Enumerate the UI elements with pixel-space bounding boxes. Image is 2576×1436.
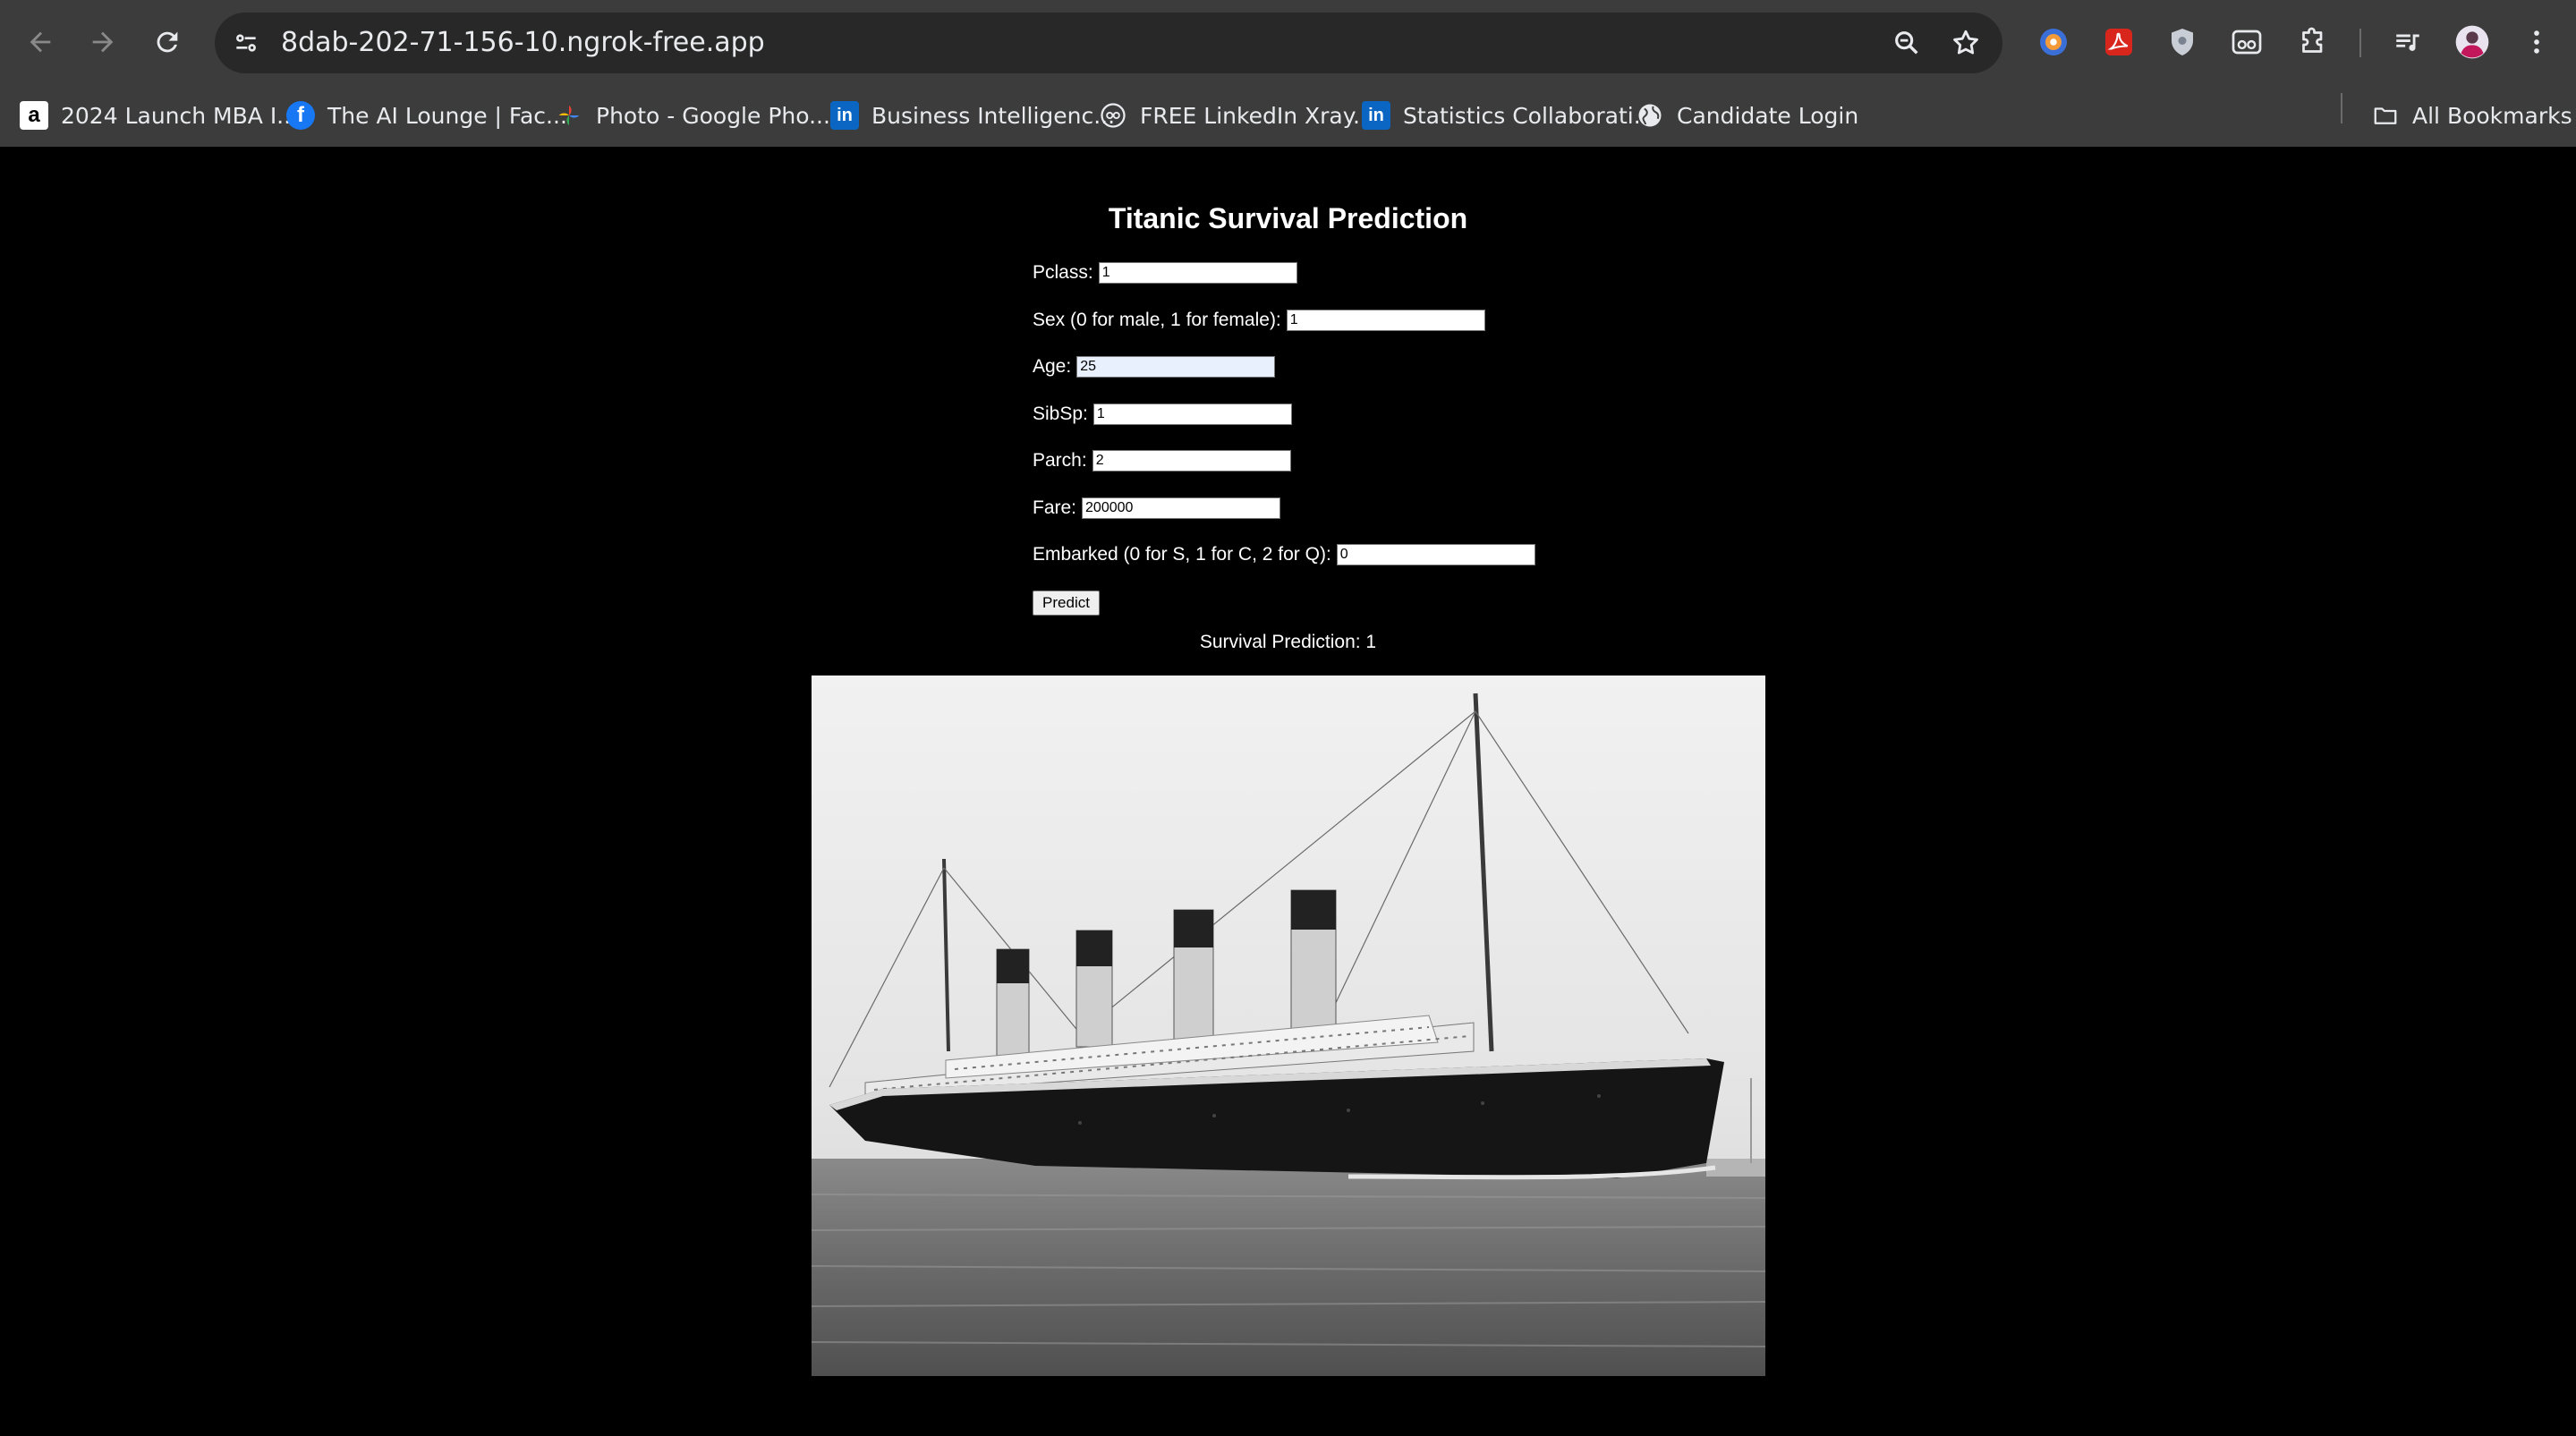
folder-icon (2371, 101, 2400, 130)
page-title: Titanic Survival Prediction (1108, 202, 1468, 234)
more-vert-icon (2534, 30, 2539, 54)
reload-button[interactable] (145, 20, 190, 64)
parch-label: Parch: (1033, 450, 1087, 471)
extension-button[interactable] (2031, 20, 2076, 64)
age-field: Age: (1033, 353, 1276, 380)
pclass-input[interactable] (1098, 262, 1297, 284)
browser-chrome: 8dab-202-71-156-10.ngrok-free.app a 2024… (0, 0, 2576, 148)
bookmark-item[interactable]: in Business Intelligenc... (830, 96, 1115, 135)
bookmark-star-button[interactable] (1943, 21, 1988, 65)
bookmark-item[interactable]: Photo - Google Pho... (555, 96, 830, 135)
facebook-icon: f (286, 101, 315, 130)
linkedin-icon: in (830, 101, 859, 130)
star-icon (1953, 30, 1978, 55)
site-info-button[interactable] (224, 21, 268, 65)
glasses-icon (2232, 30, 2262, 55)
amazon-icon: a (20, 101, 48, 130)
xray-icon (1099, 101, 1127, 130)
extension-button[interactable] (2160, 20, 2205, 64)
bookmark-label: The AI Lounge | Fac... (327, 102, 567, 129)
bookmark-label: Business Intelligenc... (871, 102, 1116, 129)
toolbar-divider (2359, 29, 2361, 57)
bookmark-label: 2024 Launch MBA I... (61, 102, 299, 129)
survival-prediction-result: Survival Prediction: 1 (1199, 632, 1377, 652)
extension-button[interactable] (2224, 20, 2269, 64)
embarked-field: Embarked (0 for S, 1 for C, 2 for Q): (1033, 541, 1535, 568)
parch-field: Parch: (1033, 447, 1291, 474)
bookmark-item[interactable]: a 2024 Launch MBA I... (20, 96, 298, 135)
bookmark-label: Photo - Google Pho... (596, 102, 830, 129)
tune-icon (236, 34, 256, 52)
reload-icon (157, 31, 178, 53)
sex-field: Sex (0 for male, 1 for female): (1033, 307, 1485, 334)
google-photos-icon (555, 101, 583, 130)
bookmark-item[interactable]: Candidate Login (1636, 96, 1858, 135)
puzzle-icon (2302, 27, 2323, 53)
browser-menu-button[interactable] (2514, 20, 2559, 64)
extensions-menu-button[interactable] (2291, 20, 2335, 64)
bookmark-label: FREE LinkedIn Xray... (1140, 102, 1374, 129)
orange-circle-extension-icon (2040, 29, 2067, 55)
all-bookmarks-button[interactable]: All Bookmarks (2371, 96, 2572, 135)
acrobat-icon (2105, 29, 2132, 55)
linkedin-icon: in (1362, 101, 1390, 130)
embarked-input[interactable] (1336, 544, 1535, 565)
titanic-ship-image (812, 676, 1765, 1376)
playlist-music-icon (2396, 34, 2419, 51)
embarked-label: Embarked (0 for S, 1 for C, 2 for Q): (1033, 544, 1331, 565)
arrow-left-icon (30, 31, 51, 53)
bookmarks-bar: a 2024 Launch MBA I... f The AI Lounge |… (0, 85, 2576, 148)
avatar-icon (2455, 25, 2489, 59)
bookmark-label: Statistics Collaborati... (1403, 102, 1655, 129)
profile-avatar[interactable] (2450, 20, 2495, 64)
predict-button[interactable]: Predict (1033, 591, 1100, 616)
extension-button[interactable] (2096, 20, 2141, 64)
sex-label: Sex (0 for male, 1 for female): (1033, 310, 1281, 330)
age-input[interactable] (1076, 356, 1276, 378)
pclass-field: Pclass: (1033, 259, 1297, 286)
url-text[interactable]: 8dab-202-71-156-10.ngrok-free.app (281, 13, 765, 73)
address-bar[interactable]: 8dab-202-71-156-10.ngrok-free.app (215, 13, 2002, 73)
browser-toolbar: 8dab-202-71-156-10.ngrok-free.app (0, 0, 2576, 85)
sibsp-label: SibSp: (1033, 404, 1088, 424)
bookmark-item[interactable]: f The AI Lounge | Fac... (286, 96, 567, 135)
age-label: Age: (1033, 356, 1072, 377)
all-bookmarks-label: All Bookmarks (2412, 102, 2572, 129)
back-button[interactable] (18, 20, 63, 64)
shield-icon (2172, 29, 2193, 55)
sibsp-input[interactable] (1092, 404, 1292, 425)
sibsp-field: SibSp: (1033, 401, 1292, 428)
arrow-right-icon (92, 31, 114, 53)
forward-button[interactable] (81, 20, 125, 64)
fare-field: Fare: (1033, 495, 1281, 522)
zoom-out-icon (1895, 31, 1918, 55)
bookmark-item[interactable]: in Statistics Collaborati... (1362, 96, 1655, 135)
fare-label: Fare: (1033, 497, 1077, 518)
bookmark-label: Candidate Login (1677, 102, 1859, 129)
bookmark-item[interactable]: FREE LinkedIn Xray... (1099, 96, 1374, 135)
fare-input[interactable] (1082, 497, 1281, 519)
pclass-label: Pclass: (1033, 262, 1093, 283)
zoom-button[interactable] (1884, 21, 1929, 65)
media-controls-button[interactable] (2385, 20, 2430, 64)
bookmarks-divider (2341, 93, 2342, 123)
globe-icon (1636, 101, 1664, 130)
sex-input[interactable] (1286, 310, 1485, 331)
parch-input[interactable] (1092, 450, 1291, 472)
page-content: Titanic Survival Prediction Pclass: Sex … (0, 147, 2576, 1436)
